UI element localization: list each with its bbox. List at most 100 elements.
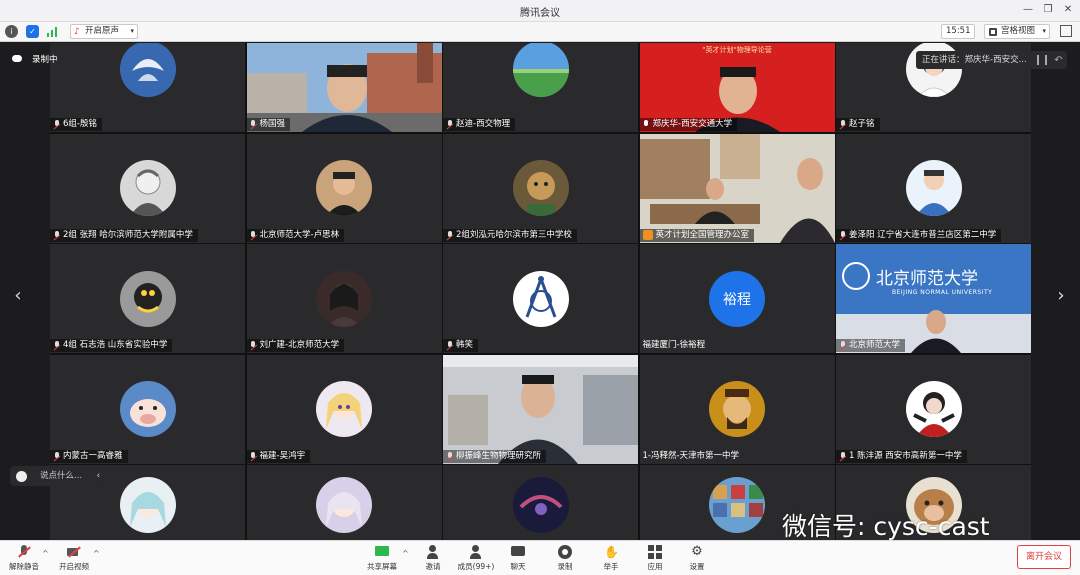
members-icon — [469, 545, 483, 559]
participant-tile[interactable]: 内蒙古一高睿雅 — [50, 354, 245, 464]
participant-name: 北京师范大学-卢思林 — [246, 228, 345, 242]
unmute-button[interactable]: 解除静音 — [2, 544, 46, 574]
add-user-icon — [426, 545, 440, 559]
camera-off-icon — [67, 545, 81, 559]
wechat-watermark: 微信号: cysc-cast — [782, 512, 990, 541]
participant-tile[interactable]: 杨国强 — [246, 43, 442, 132]
info-icon[interactable]: i — [5, 25, 18, 38]
chevron-up-icon[interactable]: ^ — [402, 549, 409, 558]
participant-tile[interactable] — [443, 465, 638, 546]
chat-input[interactable]: 说点什么... ‹ — [10, 466, 106, 486]
mic-icon: ♪ — [74, 27, 80, 37]
avatar — [316, 160, 372, 216]
settings-button[interactable]: ⚙ 设置 — [675, 544, 719, 574]
apps-button[interactable]: 应用 — [633, 544, 677, 574]
next-page-icon[interactable]: › — [1054, 286, 1068, 306]
participant-tile[interactable] — [246, 465, 442, 546]
chevron-down-icon: ▾ — [130, 27, 134, 35]
avatar — [905, 160, 962, 216]
start-video-button[interactable]: 开启视频 — [52, 544, 96, 574]
chat-icon — [511, 545, 525, 559]
view-mode-label: 宫格视图 — [1001, 26, 1036, 36]
grid-view-icon — [989, 28, 997, 36]
participant-tile[interactable]: 裕程 福建厦门-徐裕程 — [639, 244, 835, 353]
mic-muted-icon — [250, 451, 257, 461]
bnu-logo-text: 北京师范大学 — [876, 269, 978, 289]
avatar — [905, 381, 962, 437]
collapse-icon[interactable]: ‹ — [97, 466, 100, 486]
participant-tile[interactable]: 4组 石志浩 山东省实验中学 — [50, 244, 245, 353]
mic-muted-icon — [53, 451, 60, 461]
hand-icon: ✋ — [604, 545, 619, 559]
participant-name: 福建厦门-徐裕程 — [642, 340, 706, 350]
mic-muted-icon — [17, 545, 31, 559]
participant-name: 英才计划全国管理办公室 — [639, 228, 755, 242]
banner-caption: "英才计划"物理导论营 — [702, 46, 772, 54]
fullscreen-icon[interactable] — [1060, 25, 1072, 37]
participant-tile[interactable]: 福建-吴鸿宇 — [246, 354, 442, 464]
avatar — [119, 381, 176, 437]
chevron-up-icon[interactable]: ^ — [42, 549, 49, 558]
participant-name: 2组刘泓元哈尔滨市第三中学校 — [443, 228, 577, 242]
avatar — [119, 43, 176, 97]
participant-tile[interactable]: 6组-殷铭 — [50, 43, 245, 132]
close-icon[interactable]: ✕ — [1060, 2, 1076, 18]
participant-name: 姜泽阳 辽宁省大连市普兰店区第二中学 — [836, 228, 1002, 242]
participant-tile[interactable]: 北京师范大学-卢思林 — [246, 133, 442, 243]
avatar — [316, 381, 372, 437]
raise-hand-button[interactable]: ✋ 举手 — [589, 544, 633, 574]
apps-icon — [648, 545, 662, 559]
participant-name: 赵子铭 — [836, 118, 880, 131]
shield-icon[interactable]: ✓ — [26, 25, 39, 38]
avatar — [316, 477, 372, 533]
participant-tile[interactable]: 北京师范大学 BEIJING NORMAL UNIVERSITY 北京师范大学 — [836, 244, 1031, 353]
restore-icon[interactable]: ❐ — [1040, 2, 1056, 18]
participant-tile[interactable]: 2组 张翔 哈尔滨师范大学附属中学 — [50, 133, 245, 243]
reply-icon[interactable]: ↶ — [1054, 52, 1062, 70]
participant-tile[interactable]: 姜泽阳 辽宁省大连市普兰店区第二中学 — [836, 133, 1031, 243]
share-screen-button[interactable]: 共享屏幕 — [360, 544, 404, 574]
mic-muted-icon — [839, 230, 846, 240]
active-speaker-banner: 正在讲话：郑庆华-西安交... ↶ — [916, 51, 1067, 69]
minimize-icon[interactable]: — — [1020, 2, 1036, 18]
mic-muted-icon — [250, 230, 257, 240]
participant-tile[interactable]: 赵迪-西交物理 — [443, 43, 638, 132]
avatar — [119, 270, 176, 327]
mic-muted-icon — [53, 230, 60, 240]
meeting-window: 腾讯会议 — ❐ ✕ i ✓ ♪ 开启原声 ▾ 15:51 宫格视图 ▾ 6组-… — [0, 0, 1080, 575]
participant-name: 刘广建-北京师范大学 — [246, 339, 345, 352]
original-sound-toggle[interactable]: ♪ 开启原声 ▾ — [70, 24, 138, 39]
mic-muted-icon — [446, 341, 453, 350]
video-feed — [639, 133, 835, 243]
participant-tile[interactable]: 韩笑 — [443, 244, 638, 353]
members-button[interactable]: 成员(99+) — [454, 544, 498, 574]
chevron-up-icon[interactable]: ^ — [93, 549, 100, 558]
participant-tile[interactable]: 刘广建-北京师范大学 — [246, 244, 442, 353]
avatar — [512, 270, 569, 327]
participant-name: 北京师范大学 — [836, 339, 906, 352]
mic-muted-icon — [53, 341, 60, 350]
participant-name: 1 陈沣源 西安市高新第一中学 — [836, 449, 967, 463]
view-mode-dropdown[interactable]: 宫格视图 ▾ — [984, 24, 1050, 39]
invite-button[interactable]: 邀请 — [411, 544, 455, 574]
participant-tile[interactable]: 2组刘泓元哈尔滨市第三中学校 — [443, 133, 638, 243]
participant-tile[interactable]: 1 陈沣源 西安市高新第一中学 — [836, 354, 1031, 464]
mic-muted-icon — [839, 341, 846, 350]
participant-name: 6组-殷铭 — [50, 118, 102, 131]
participant-name: 4组 石志浩 山东省实验中学 — [50, 339, 173, 352]
avatar — [119, 477, 176, 533]
chat-button[interactable]: 聊天 — [496, 544, 540, 574]
participant-tile[interactable]: 英才计划全国管理办公室 — [639, 133, 835, 243]
signal-icon[interactable] — [47, 26, 59, 37]
record-button[interactable]: 录制 — [543, 544, 587, 574]
participant-name: 福建-吴鸿宇 — [246, 449, 311, 463]
avatar: 裕程 — [709, 270, 765, 327]
participant-tile[interactable]: 1-冯释然-天津市第一中学 — [639, 354, 835, 464]
prev-page-icon[interactable]: ‹ — [11, 286, 25, 306]
participant-name: 郑庆华-西安交通大学 — [639, 118, 738, 131]
participant-tile[interactable]: "英才计划"物理导论营 郑庆华-西安交通大学 — [639, 43, 835, 132]
bnu-logo-subtitle: BEIJING NORMAL UNIVERSITY — [892, 289, 993, 296]
participant-tile[interactable]: 柳振峰生物物理研究所 — [443, 354, 638, 464]
leave-meeting-button[interactable]: 离开会议 — [1017, 545, 1071, 569]
emoji-icon[interactable] — [16, 471, 27, 482]
